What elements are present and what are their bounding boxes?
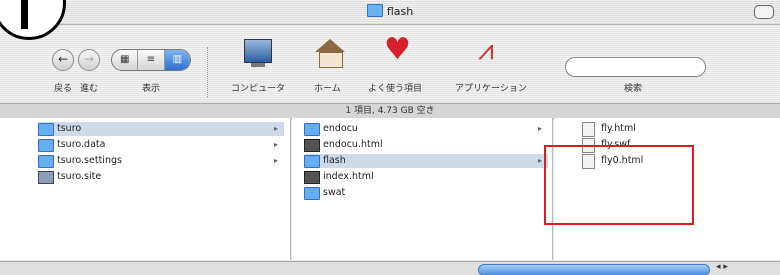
item-label: fly.html: [601, 123, 636, 134]
computer-button[interactable]: [244, 39, 272, 67]
list-item[interactable]: endocu ▸: [304, 122, 548, 136]
status-bar: 1 項目, 4.73 GB 空き: [0, 103, 780, 119]
item-label: endocu: [323, 123, 358, 134]
disclosure-arrow-icon: ▸: [538, 124, 543, 133]
list-item[interactable]: swat: [304, 186, 548, 200]
item-label: tsuro: [57, 123, 82, 134]
home-button[interactable]: [315, 39, 345, 68]
folder-icon: [304, 123, 320, 136]
folder-icon: [304, 155, 320, 168]
item-label: tsuro.settings: [57, 155, 122, 166]
html-file-icon: [304, 171, 320, 184]
back-button[interactable]: ←: [52, 49, 74, 71]
site-file-icon: [38, 171, 54, 184]
search-input[interactable]: [565, 57, 706, 77]
folder-icon: [38, 139, 54, 152]
toolbar: ← → 戻る 進む ▦ ≡ ▥ 表示 コンピュータ ホーム ♥ よく使う項目 ⩘…: [0, 25, 780, 102]
folder-icon: [38, 155, 54, 168]
favorites-button[interactable]: ♥: [384, 35, 411, 65]
disclosure-arrow-icon: ▸: [274, 156, 279, 165]
disclosure-arrow-icon: ▸: [538, 156, 543, 165]
item-label: index.html: [323, 171, 374, 182]
view-label: 表示: [142, 84, 161, 94]
applications-label: アプリケーション: [455, 84, 527, 94]
html-file-icon: [582, 122, 595, 137]
window-title-text: flash: [386, 5, 414, 18]
computer-icon: [244, 39, 272, 67]
item-label: tsuro.site: [57, 171, 102, 182]
item-label: tsuro.data: [57, 139, 106, 150]
item-label: swat: [323, 187, 346, 198]
scrollbar-thumb[interactable]: [478, 264, 710, 275]
list-item[interactable]: tsuro.settings ▸: [38, 154, 284, 168]
column-browser-col-1[interactable]: tsuro ▸ tsuro.data ▸ tsuro.settings ▸ ts…: [0, 118, 291, 260]
favorites-heart-icon: ♥: [384, 32, 411, 67]
folder-icon: [304, 187, 320, 200]
forward-label: 進む: [80, 84, 99, 94]
folder-icon: [38, 123, 54, 136]
item-label: flash: [323, 155, 346, 166]
list-item[interactable]: flash ▸: [304, 154, 548, 168]
forward-button[interactable]: →: [78, 49, 100, 71]
column-browser-col-2[interactable]: endocu ▸ endocu.html flash ▸ index.html …: [292, 118, 553, 260]
computer-label: コンピュータ: [231, 84, 286, 94]
home-icon: [315, 39, 345, 68]
annotation-highlight-box: [544, 145, 694, 225]
step-number-digit: [21, 0, 28, 29]
horizontal-scrollbar[interactable]: ◂ ▸: [0, 261, 780, 275]
home-label: ホーム: [314, 84, 341, 94]
finder-window: flash ← → 戻る 進む ▦ ≡ ▥ 表示 コンピュータ ホーム ♥ よく…: [0, 0, 780, 275]
back-label: 戻る: [54, 84, 73, 94]
column-view-icon[interactable]: ▥: [164, 50, 190, 70]
list-item[interactable]: tsuro.site: [38, 170, 284, 184]
toolbar-toggle-button[interactable]: [754, 5, 774, 19]
view-mode-segmented-control[interactable]: ▦ ≡ ▥: [111, 49, 191, 71]
applications-icon: ⩘: [478, 33, 494, 66]
scroll-arrows-icon[interactable]: ◂ ▸: [716, 262, 728, 272]
list-item[interactable]: tsuro.data ▸: [38, 138, 284, 152]
disclosure-arrow-icon: ▸: [274, 140, 279, 149]
applications-button[interactable]: ⩘: [478, 35, 494, 65]
list-item[interactable]: fly.html: [582, 122, 772, 137]
favorites-label: よく使う項目: [368, 84, 423, 94]
folder-icon: [366, 4, 383, 17]
icon-view-icon[interactable]: ▦: [112, 50, 139, 70]
toolbar-separator: [207, 47, 208, 97]
list-item[interactable]: index.html: [304, 170, 548, 184]
list-item[interactable]: endocu.html: [304, 138, 548, 152]
window-title: flash: [0, 4, 780, 18]
search-label: 検索: [624, 84, 643, 94]
html-file-icon: [304, 139, 320, 152]
disclosure-arrow-icon: ▸: [274, 124, 279, 133]
title-bar[interactable]: flash: [0, 0, 780, 25]
item-label: endocu.html: [323, 139, 383, 150]
list-item[interactable]: tsuro ▸: [38, 122, 284, 136]
list-view-icon[interactable]: ≡: [138, 50, 165, 70]
